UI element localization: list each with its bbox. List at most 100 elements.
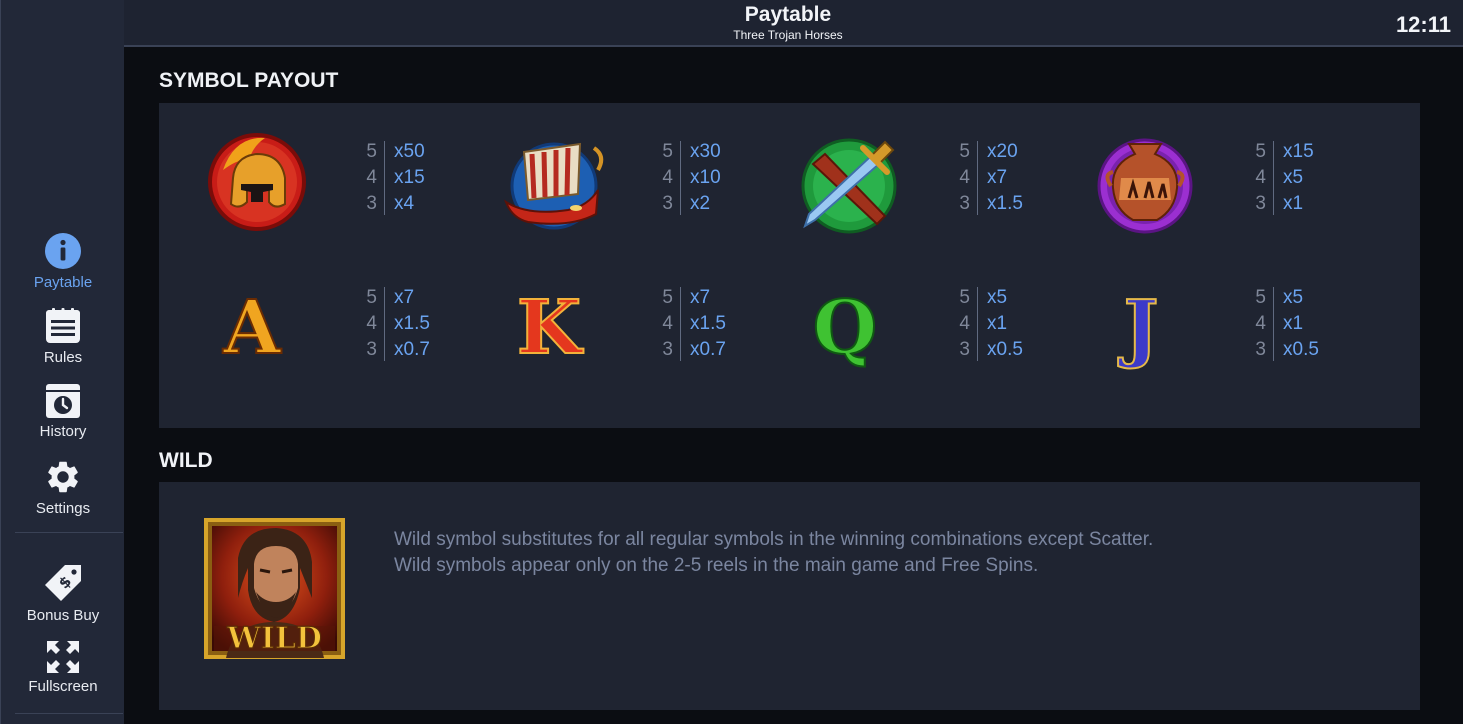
payout-table-ship: 5 4 3 x30 x10 x2 bbox=[656, 139, 736, 217]
symbol-count: 3 bbox=[366, 339, 377, 360]
payout-multiplier: x5 bbox=[987, 287, 1008, 308]
payout-multiplier: x7 bbox=[690, 287, 711, 308]
sidebar-divider bbox=[15, 713, 123, 714]
payout-multiplier: x5 bbox=[1283, 287, 1304, 308]
payout-multiplier: x7 bbox=[987, 167, 1008, 188]
payout-multiplier: x15 bbox=[1283, 141, 1314, 162]
symbol-count: 3 bbox=[1255, 339, 1266, 360]
wild-description-line: Wild symbol substitutes for all regular … bbox=[394, 529, 1154, 550]
sidebar-item-bonus-buy[interactable]: $ Bonus Buy bbox=[1, 563, 125, 624]
symbol-count: 4 bbox=[1255, 313, 1266, 334]
symbol-count: 3 bbox=[366, 193, 377, 214]
payout-divider bbox=[1273, 287, 1274, 361]
payout-table-helmet: 5 4 3 x50 x15 x4 bbox=[360, 139, 440, 217]
sidebar-item-label: Fullscreen bbox=[28, 678, 98, 695]
price-tag-icon: $ bbox=[45, 565, 81, 601]
symbol-count: 3 bbox=[662, 193, 673, 214]
symbol-count: 5 bbox=[1255, 287, 1266, 308]
symbol-count: 5 bbox=[366, 287, 377, 308]
payout-multiplier: x1.5 bbox=[987, 193, 1023, 214]
symbol-count: 5 bbox=[959, 287, 970, 308]
symbol-count: 3 bbox=[1255, 193, 1266, 214]
wild-description: Wild symbol substitutes for all regular … bbox=[394, 527, 1153, 579]
payout-multiplier: x1.5 bbox=[394, 313, 430, 334]
payout-multiplier: x1.5 bbox=[690, 313, 726, 334]
wild-description-line: Wild symbols appear only on the 2-5 reel… bbox=[394, 555, 1039, 576]
payout-table-a: 5 4 3 x7 x1.5 x0.7 bbox=[360, 285, 440, 363]
payout-table-vase: 5 4 3 x15 x5 x1 bbox=[1249, 139, 1329, 217]
symbol-count: 4 bbox=[662, 167, 673, 188]
game-name: Three Trojan Horses bbox=[733, 28, 843, 42]
payout-multiplier: x5 bbox=[1283, 167, 1304, 188]
rules-list-icon bbox=[46, 308, 80, 343]
symbol-count: 5 bbox=[662, 141, 673, 162]
symbol-count: 4 bbox=[959, 167, 970, 188]
payout-multiplier: x1 bbox=[1283, 193, 1304, 214]
payout-divider bbox=[977, 141, 978, 215]
symbol-count: 5 bbox=[1255, 141, 1266, 162]
symbol-count: 4 bbox=[662, 313, 673, 334]
payout-multiplier: x4 bbox=[394, 193, 415, 214]
symbol-count: 3 bbox=[662, 339, 673, 360]
fullscreen-arrows-icon bbox=[47, 641, 79, 673]
payout-multiplier: x0.5 bbox=[987, 339, 1023, 360]
wild-title: WILD bbox=[159, 449, 213, 472]
payout-multiplier: x20 bbox=[987, 141, 1018, 162]
payout-table-q: 5 4 3 x5 x1 x0.5 bbox=[953, 285, 1033, 363]
payout-divider bbox=[1273, 141, 1274, 215]
payout-multiplier: x7 bbox=[394, 287, 415, 308]
sidebar-item-label: Bonus Buy bbox=[26, 607, 100, 624]
symbol-count: 4 bbox=[366, 167, 377, 188]
sidebar-item-label: Settings bbox=[35, 500, 91, 517]
payout-multiplier: x10 bbox=[690, 167, 721, 188]
sidebar-item-label: History bbox=[39, 423, 87, 440]
symbol-count: 4 bbox=[959, 313, 970, 334]
sidebar-item-paytable[interactable]: Paytable bbox=[1, 232, 125, 291]
sidebar-item-fullscreen[interactable]: Fullscreen bbox=[1, 640, 125, 695]
symbol-count: 4 bbox=[366, 313, 377, 334]
history-clock-icon bbox=[46, 384, 80, 418]
sidebar-item-rules[interactable]: Rules bbox=[1, 307, 125, 366]
trireme-ship-icon bbox=[492, 122, 612, 242]
sword-sheath-icon bbox=[789, 122, 909, 242]
greek-vase-icon bbox=[1085, 122, 1205, 242]
wild-panel bbox=[159, 482, 1420, 710]
page-title: Paytable bbox=[744, 3, 832, 26]
symbol-payout-title: SYMBOL PAYOUT bbox=[159, 69, 339, 92]
sidebar-item-label: Rules bbox=[43, 349, 83, 366]
symbol-count: 5 bbox=[959, 141, 970, 162]
payout-multiplier: x30 bbox=[690, 141, 721, 162]
sidebar: Paytable Rules History Settings $ Bonus … bbox=[0, 0, 124, 724]
letter-a-symbol: A bbox=[222, 284, 281, 372]
payout-divider bbox=[680, 141, 681, 215]
gear-icon bbox=[48, 461, 78, 493]
letter-j-symbol: J bbox=[1122, 284, 1159, 372]
payout-multiplier: x15 bbox=[394, 167, 425, 188]
payout-multiplier: x0.5 bbox=[1283, 339, 1319, 360]
header-bar: Paytable Three Trojan Horses 12:11 bbox=[124, 0, 1463, 47]
symbol-count: 3 bbox=[959, 339, 970, 360]
symbol-count: 5 bbox=[662, 287, 673, 308]
symbol-count: 4 bbox=[1255, 167, 1266, 188]
letter-q-symbol: Q bbox=[812, 284, 878, 372]
sidebar-item-settings[interactable]: Settings bbox=[1, 458, 125, 517]
payout-divider bbox=[977, 287, 978, 361]
payout-multiplier: x0.7 bbox=[690, 339, 726, 360]
payout-table-j: 5 4 3 x5 x1 x0.5 bbox=[1249, 285, 1329, 363]
payout-divider bbox=[384, 141, 385, 215]
payout-multiplier: x50 bbox=[394, 141, 425, 162]
symbol-count: 3 bbox=[959, 193, 970, 214]
payout-multiplier: x0.7 bbox=[394, 339, 430, 360]
payout-table-sword: 5 4 3 x20 x7 x1.5 bbox=[953, 139, 1033, 217]
payout-multiplier: x1 bbox=[987, 313, 1008, 334]
sidebar-item-label: Paytable bbox=[33, 274, 93, 291]
sidebar-divider bbox=[15, 532, 123, 533]
payout-table-k: 5 4 3 x7 x1.5 x0.7 bbox=[656, 285, 736, 363]
clock: 12:11 bbox=[1395, 12, 1451, 37]
info-icon bbox=[45, 233, 81, 269]
letter-k-symbol: K bbox=[516, 284, 582, 372]
spartan-helmet-icon bbox=[197, 122, 317, 242]
payout-divider bbox=[384, 287, 385, 361]
payout-multiplier: x1 bbox=[1283, 313, 1304, 334]
sidebar-item-history[interactable]: History bbox=[1, 383, 125, 440]
